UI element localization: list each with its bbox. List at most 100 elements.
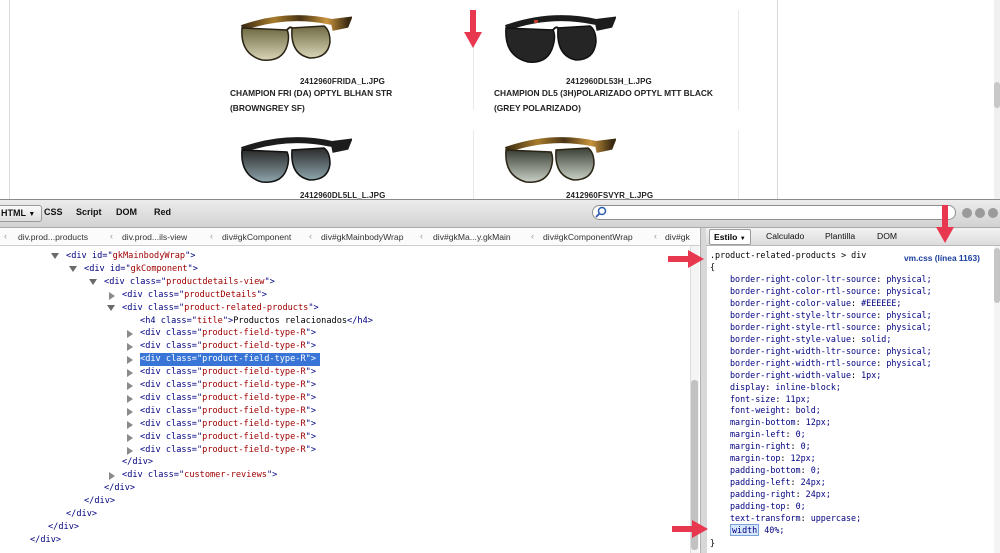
tree-node[interactable]: </div> [104,482,135,495]
css-rule[interactable]: width 40%; [730,523,784,536]
style-scrollbar-thumb[interactable] [994,248,1000,303]
css-rule[interactable]: border-right-style-rtl-source: physical; [730,321,932,333]
sunglasses-image[interactable] [496,130,616,192]
css-rule[interactable]: border-right-style-ltr-source: physical; [730,309,932,321]
expand-closed-icon[interactable] [127,382,133,390]
tab-script[interactable]: Script [76,207,102,217]
css-property-value[interactable]: 12px; [791,453,816,463]
tab-computed[interactable]: Calculado [766,231,804,241]
tree-node[interactable]: <div id="gkComponent"> [69,263,198,276]
expand-closed-icon[interactable] [127,343,133,352]
expand-open-icon[interactable] [51,253,59,259]
css-selector[interactable]: .product-related-products > div [710,249,866,261]
css-property-value[interactable]: #EEEEEE; [861,298,901,308]
css-property-value[interactable]: 0; [811,465,821,475]
expand-closed-icon[interactable] [109,472,115,481]
css-rule[interactable]: margin-right: 0; [730,440,811,452]
html-tree[interactable]: <div id="gkMainbodyWrap"> <div id="gkComp… [0,246,688,553]
css-property-name[interactable]: display [730,382,765,392]
tree-node[interactable]: <div class="product-related-products"> [107,302,319,315]
css-source-link[interactable]: vm.css (línea 1163) [904,253,980,263]
tree-node[interactable]: <div class="productDetails"> [109,289,267,302]
css-rule[interactable]: margin-left: 0; [730,428,806,440]
css-property-name[interactable]: border-right-color-value [730,298,851,308]
tree-node[interactable]: <h4 class="title">Productos relacionados… [140,315,373,328]
css-rule[interactable]: border-right-style-value: solid; [730,333,891,345]
css-property-name[interactable]: border-right-width-rtl-source [730,358,876,368]
style-panel[interactable]: .product-related-products > div vm.css (… [706,246,994,553]
tree-node[interactable]: <div class="productdetails-view"> [89,276,275,289]
css-property-value[interactable]: 0; [801,441,811,451]
tab-style[interactable]: Estilo ▼ [709,229,751,245]
expand-closed-icon[interactable] [127,356,133,365]
sunglasses-image[interactable] [232,130,352,192]
css-property-value[interactable]: physical; [886,346,931,356]
css-property-name[interactable]: margin-right [730,441,791,451]
tab-net[interactable]: Red [154,207,171,217]
css-property-value[interactable]: solid; [861,334,891,344]
css-rule[interactable]: border-right-width-rtl-source: physical; [730,357,932,369]
css-rule[interactable]: font-size: 11px; [730,393,811,405]
css-property-value[interactable]: uppercase; [811,513,861,523]
breadcrumb-item[interactable]: div#gkComponent [222,232,291,242]
css-rule[interactable]: border-right-color-rtl-source: physical; [730,285,932,297]
css-property-name[interactable]: border-right-style-ltr-source [730,310,876,320]
css-rule[interactable]: padding-left: 24px; [730,476,826,488]
tree-node-selected[interactable]: <div class="product-field-type-R"> [127,353,320,367]
tree-node[interactable]: </div> [122,456,153,469]
breadcrumb-item[interactable]: div.prod...products [18,232,88,242]
tree-node[interactable]: <div class="product-field-type-R"> [127,405,316,418]
css-rule[interactable]: padding-right: 24px; [730,488,831,500]
css-property-name[interactable]: border-right-style-value [730,334,851,344]
tree-node[interactable]: </div> [30,534,61,547]
tree-node[interactable]: <div class="product-field-type-R"> [127,392,316,405]
expand-closed-icon[interactable] [127,394,133,403]
css-property-value[interactable]: physical; [886,310,931,320]
css-property-name[interactable]: padding-right [730,489,796,499]
tree-node[interactable]: </div> [84,495,115,508]
tree-node[interactable]: <div class="product-field-type-R"> [127,327,316,340]
css-property-value[interactable]: inline-block; [775,382,841,392]
css-rule[interactable]: font-weight: bold; [730,404,821,416]
css-property-value[interactable]: 12px; [806,417,831,427]
tree-node[interactable]: <div id="gkMainbodyWrap"> [51,250,195,263]
expand-closed-icon[interactable] [127,369,133,378]
tab-html[interactable]: HTML ▼ [0,205,43,222]
css-property-name[interactable]: border-right-color-ltr-source [730,274,876,284]
tree-node[interactable]: </div> [48,521,79,534]
css-rule[interactable]: text-transform: uppercase; [730,512,861,524]
expand-open-icon[interactable] [107,304,115,311]
tree-node[interactable]: <div class="product-field-type-R"> [127,379,316,392]
css-property-name[interactable]: font-size [730,394,775,404]
css-property-name[interactable]: border-right-style-rtl-source [730,322,876,332]
css-property-value[interactable]: 40%; [764,525,784,535]
expand-closed-icon[interactable] [127,420,133,429]
breadcrumb-item[interactable]: div#gk [665,232,690,242]
close-icon[interactable] [988,208,998,218]
page-scrollbar-thumb[interactable] [994,82,1000,108]
css-property-value[interactable]: 24px; [806,489,831,499]
css-property-name[interactable]: padding-bottom [730,465,801,475]
css-rule[interactable]: border-right-width-ltr-source: physical; [730,345,932,357]
css-property-value[interactable]: 11px; [785,394,810,404]
css-rule[interactable]: border-right-width-value: 1px; [730,369,881,381]
css-property-value[interactable]: 0; [796,501,806,511]
product-name-line-1[interactable]: CHAMPION DL5 (3H)POLARIZADO OPTYL MTT BL… [494,86,713,101]
detach-icon[interactable] [975,208,985,218]
css-property-value[interactable]: physical; [886,322,931,332]
tab-dom[interactable]: DOM [116,207,137,217]
tree-node[interactable]: <div class="customer-reviews"> [109,469,277,482]
css-property-name[interactable]: border-right-color-rtl-source [730,286,876,296]
css-property-name[interactable]: padding-left [730,477,791,487]
tree-node[interactable]: <div class="product-field-type-R"> [127,418,316,431]
css-rule[interactable]: border-right-color-value: #EEEEEE; [730,297,901,309]
expand-open-icon[interactable] [89,278,97,285]
breadcrumb-item[interactable]: div#gkMa...y.gkMain [433,232,511,242]
tree-node[interactable]: <div class="product-field-type-R"> [127,431,316,444]
sunglasses-image[interactable] [232,6,352,76]
css-property-name[interactable]: margin-top [730,453,780,463]
css-property-name[interactable]: border-right-width-value [730,370,851,380]
css-property-value[interactable]: bold; [796,405,821,415]
minimize-icon[interactable] [962,208,972,218]
tab-css[interactable]: CSS [44,207,63,217]
